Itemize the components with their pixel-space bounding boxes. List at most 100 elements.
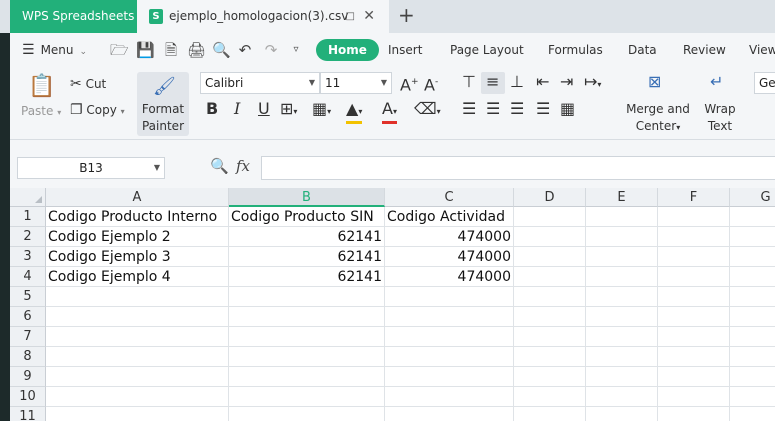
customize-toolbar-icon[interactable]: ▿ xyxy=(287,41,305,59)
cell-g4[interactable] xyxy=(730,267,775,287)
tab-home[interactable]: Home xyxy=(316,39,379,61)
new-tab-plus-icon[interactable]: + xyxy=(398,0,415,33)
tab-view[interactable]: View xyxy=(749,33,775,67)
font-size-select[interactable]: 11 ▼ xyxy=(320,72,392,94)
cell-g2[interactable] xyxy=(730,227,775,247)
copy-button[interactable]: ❐ Copy ▾ xyxy=(70,102,125,118)
cell-f8[interactable] xyxy=(658,347,730,367)
cell-c7[interactable] xyxy=(385,327,514,347)
cell-a3[interactable]: Codigo Ejemplo 3 xyxy=(46,247,229,267)
cell-d9[interactable] xyxy=(514,367,586,387)
row-header[interactable]: 11 xyxy=(10,407,46,421)
row-header[interactable]: 1 xyxy=(10,207,46,227)
increase-font-size-icon[interactable]: A+ xyxy=(400,73,419,94)
cell-e10[interactable] xyxy=(586,387,658,407)
row-header[interactable]: 3 xyxy=(10,247,46,267)
row-header[interactable]: 8 xyxy=(10,347,46,367)
align-right-icon[interactable]: ☰ xyxy=(510,100,524,118)
clear-format-eraser-icon[interactable]: ⌫▾ xyxy=(414,100,441,121)
formula-input[interactable] xyxy=(261,156,775,180)
wrap-label-1[interactable]: Wrap xyxy=(700,102,740,116)
cell-f7[interactable] xyxy=(658,327,730,347)
cell-a11[interactable] xyxy=(46,407,229,421)
cell-b3[interactable]: 62141 xyxy=(229,247,385,267)
bold-button[interactable]: B xyxy=(206,100,218,118)
cell-a2[interactable]: Codigo Ejemplo 2 xyxy=(46,227,229,247)
cell-c11[interactable] xyxy=(385,407,514,421)
app-tab[interactable]: WPS Spreadsheets xyxy=(10,0,137,33)
column-header-g[interactable]: G xyxy=(730,188,775,207)
cell-f1[interactable] xyxy=(658,207,730,227)
cell-b8[interactable] xyxy=(229,347,385,367)
justify-icon[interactable]: ☰ xyxy=(536,100,550,118)
cell-g3[interactable] xyxy=(730,247,775,267)
cell-e6[interactable] xyxy=(586,307,658,327)
cell-a7[interactable] xyxy=(46,327,229,347)
wrap-label-2[interactable]: Text xyxy=(700,119,740,133)
align-left-icon[interactable]: ☰ xyxy=(462,100,476,118)
name-box[interactable]: B13 ▼ xyxy=(17,157,165,179)
cell-g8[interactable] xyxy=(730,347,775,367)
tab-page-layout[interactable]: Page Layout xyxy=(450,33,524,67)
cell-g11[interactable] xyxy=(730,407,775,421)
cell-g6[interactable] xyxy=(730,307,775,327)
font-name-select[interactable]: Calibri ▼ xyxy=(200,72,320,94)
cell-e9[interactable] xyxy=(586,367,658,387)
decrease-indent-icon[interactable]: ⇤ xyxy=(536,73,549,91)
cell-c2[interactable]: 474000 xyxy=(385,227,514,247)
tab-formulas[interactable]: Formulas xyxy=(548,33,603,67)
export-pdf-icon[interactable]: 🗎 xyxy=(162,41,180,59)
column-header-a[interactable]: A xyxy=(46,188,229,207)
print-icon[interactable]: 🖨 xyxy=(187,41,206,59)
cell-a4[interactable]: Codigo Ejemplo 4 xyxy=(46,267,229,287)
cell-b9[interactable] xyxy=(229,367,385,387)
print-preview-icon[interactable]: 🔍 xyxy=(212,41,231,59)
tab-insert[interactable]: Insert xyxy=(388,33,422,67)
cell-e4[interactable] xyxy=(586,267,658,287)
cell-e7[interactable] xyxy=(586,327,658,347)
cell-b10[interactable] xyxy=(229,387,385,407)
increase-indent-icon[interactable]: ⇥ xyxy=(560,73,573,91)
cell-b2[interactable]: 62141 xyxy=(229,227,385,247)
cell-c5[interactable] xyxy=(385,287,514,307)
close-tab-icon[interactable]: ✕ xyxy=(363,0,375,33)
cell-a9[interactable] xyxy=(46,367,229,387)
merge-cells-icon[interactable]: ⊠ xyxy=(648,73,661,91)
cell-e11[interactable] xyxy=(586,407,658,421)
open-folder-icon[interactable]: 🗁 xyxy=(110,41,129,59)
borders-icon[interactable]: ⊞▾ xyxy=(280,100,297,121)
cell-c1[interactable]: Codigo Actividad xyxy=(385,207,514,227)
cell-d11[interactable] xyxy=(514,407,586,421)
tab-dropdown-chevron-icon[interactable]: □ xyxy=(346,0,355,33)
cell-f10[interactable] xyxy=(658,387,730,407)
cell-f5[interactable] xyxy=(658,287,730,307)
cell-f3[interactable] xyxy=(658,247,730,267)
cell-a5[interactable] xyxy=(46,287,229,307)
cell-style-icon[interactable]: ▦▾ xyxy=(312,100,331,121)
cell-c8[interactable] xyxy=(385,347,514,367)
distributed-align-icon[interactable]: ▦ xyxy=(560,100,575,118)
row-header[interactable]: 10 xyxy=(10,387,46,407)
row-header[interactable]: 7 xyxy=(10,327,46,347)
text-direction-icon[interactable]: ↦▾ xyxy=(584,73,601,94)
cell-g5[interactable] xyxy=(730,287,775,307)
cell-d7[interactable] xyxy=(514,327,586,347)
cell-b11[interactable] xyxy=(229,407,385,421)
cell-g10[interactable] xyxy=(730,387,775,407)
paste-button[interactable]: Paste ▾ xyxy=(21,104,61,118)
cell-d6[interactable] xyxy=(514,307,586,327)
cut-button[interactable]: ✂ Cut xyxy=(70,76,106,92)
column-header-f[interactable]: F xyxy=(658,188,730,207)
zoom-magnifier-icon[interactable]: 🔍 xyxy=(210,157,229,175)
decrease-font-size-icon[interactable]: A- xyxy=(424,73,438,94)
cell-c9[interactable] xyxy=(385,367,514,387)
underline-button[interactable]: U xyxy=(258,100,270,118)
align-top-icon[interactable]: ⊤ xyxy=(462,73,476,91)
cell-d5[interactable] xyxy=(514,287,586,307)
save-icon[interactable]: 💾 xyxy=(136,41,155,59)
align-center-icon[interactable]: ☰ xyxy=(486,100,500,118)
cell-d1[interactable] xyxy=(514,207,586,227)
document-tab[interactable]: S ejemplo_homologacion(3).csv □ ✕ xyxy=(137,0,389,33)
cell-a1[interactable]: Codigo Producto Interno xyxy=(46,207,229,227)
align-bottom-icon[interactable]: ⊥ xyxy=(510,73,524,91)
